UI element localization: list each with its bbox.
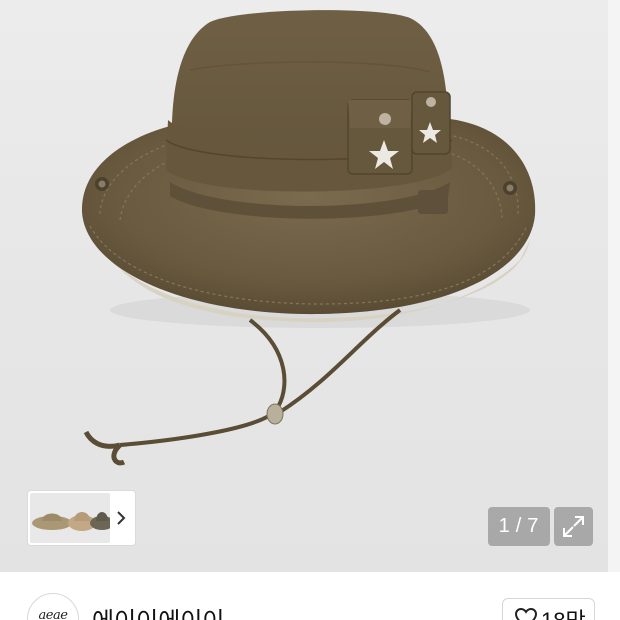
counter-current: 1: [498, 515, 511, 537]
counter-total: 7: [527, 515, 540, 537]
thumbnail-strip[interactable]: [28, 491, 135, 545]
like-count: 18만: [541, 603, 586, 620]
counter-separator: /: [515, 515, 523, 537]
seller-name[interactable]: 에이이에이이: [92, 601, 224, 620]
like-button[interactable]: 18만: [502, 598, 595, 620]
chevron-right-icon[interactable]: [113, 508, 129, 528]
image-counter: 1/7: [488, 507, 550, 546]
heart-icon: [514, 607, 538, 620]
product-image-gallery[interactable]: 1/7: [0, 0, 620, 572]
expand-button[interactable]: [554, 507, 593, 546]
seller-logo-text: aeae: [38, 608, 68, 620]
thumbnail-image[interactable]: [30, 493, 110, 543]
product-image[interactable]: [0, 0, 620, 572]
product-page: 1/7 aeae 에이이에이이 18만: [0, 0, 620, 620]
seller-logo[interactable]: aeae: [27, 593, 79, 620]
seller-bar: aeae 에이이에이이 18만: [0, 572, 620, 620]
expand-icon: [563, 516, 584, 537]
